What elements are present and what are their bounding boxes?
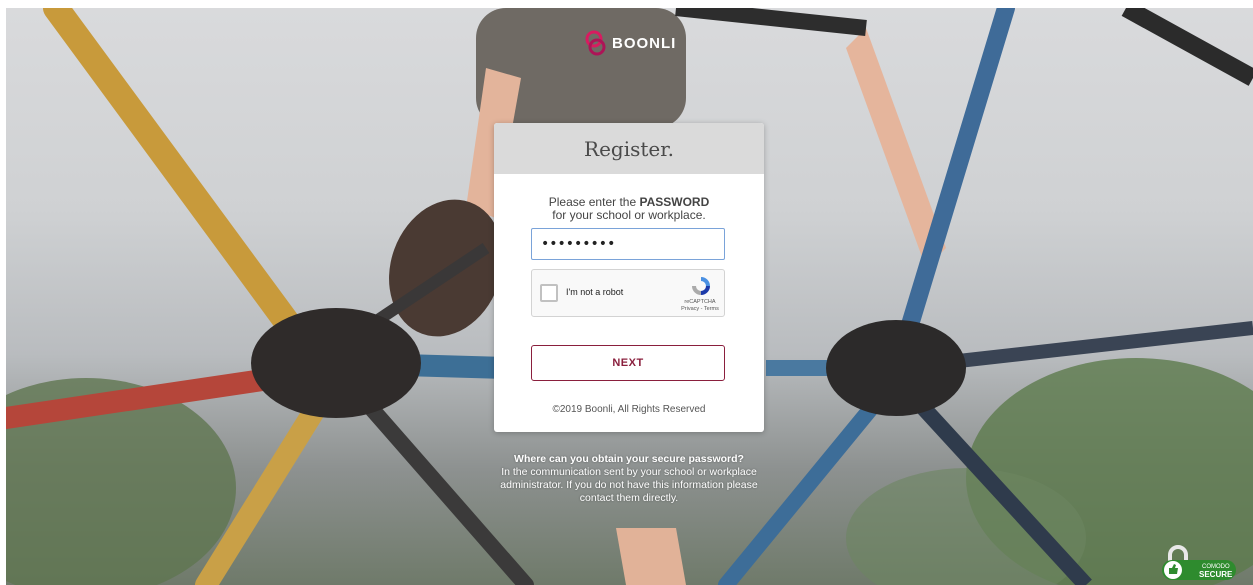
recaptcha-checkbox[interactable] bbox=[540, 284, 558, 302]
card-header: Register. bbox=[494, 123, 764, 174]
next-button[interactable]: NEXT bbox=[531, 345, 725, 381]
badge-line-2: SECURE bbox=[1199, 570, 1233, 579]
password-prompt: Please enter the PASSWORD for your schoo… bbox=[494, 196, 764, 222]
recaptcha-links[interactable]: Privacy - Terms bbox=[677, 306, 723, 313]
page-title: Register. bbox=[584, 136, 674, 161]
prompt-emphasis: PASSWORD bbox=[639, 195, 710, 209]
help-question: Where can you obtain your secure passwor… bbox=[514, 453, 744, 465]
boonli-logo: BOONLI bbox=[585, 30, 676, 56]
recaptcha-brand: reCAPTCHA bbox=[684, 299, 716, 305]
password-input[interactable] bbox=[531, 228, 725, 260]
brand-name: BOONLI bbox=[612, 34, 677, 52]
prompt-line-2: for your school or workplace. bbox=[552, 208, 706, 222]
recaptcha-logo-icon bbox=[692, 277, 710, 295]
recaptcha-branding: reCAPTCHA Privacy - Terms bbox=[677, 299, 723, 313]
recaptcha-widget: I'm not a robot reCAPTCHA Privacy - Term… bbox=[531, 269, 725, 317]
boonli-logo-icon bbox=[585, 30, 606, 56]
copyright: ©2019 Boonli, All Rights Reserved bbox=[552, 404, 706, 415]
help-answer: In the communication sent by your school… bbox=[500, 466, 758, 504]
help-text: Where can you obtain your secure passwor… bbox=[494, 453, 764, 505]
prompt-prefix: Please enter the bbox=[548, 195, 640, 209]
recaptcha-label: I'm not a robot bbox=[566, 287, 624, 297]
register-card: Register. Please enter the PASSWORD for … bbox=[494, 123, 764, 432]
comodo-secure-lock-icon: COMODO SECURE bbox=[1162, 545, 1236, 580]
